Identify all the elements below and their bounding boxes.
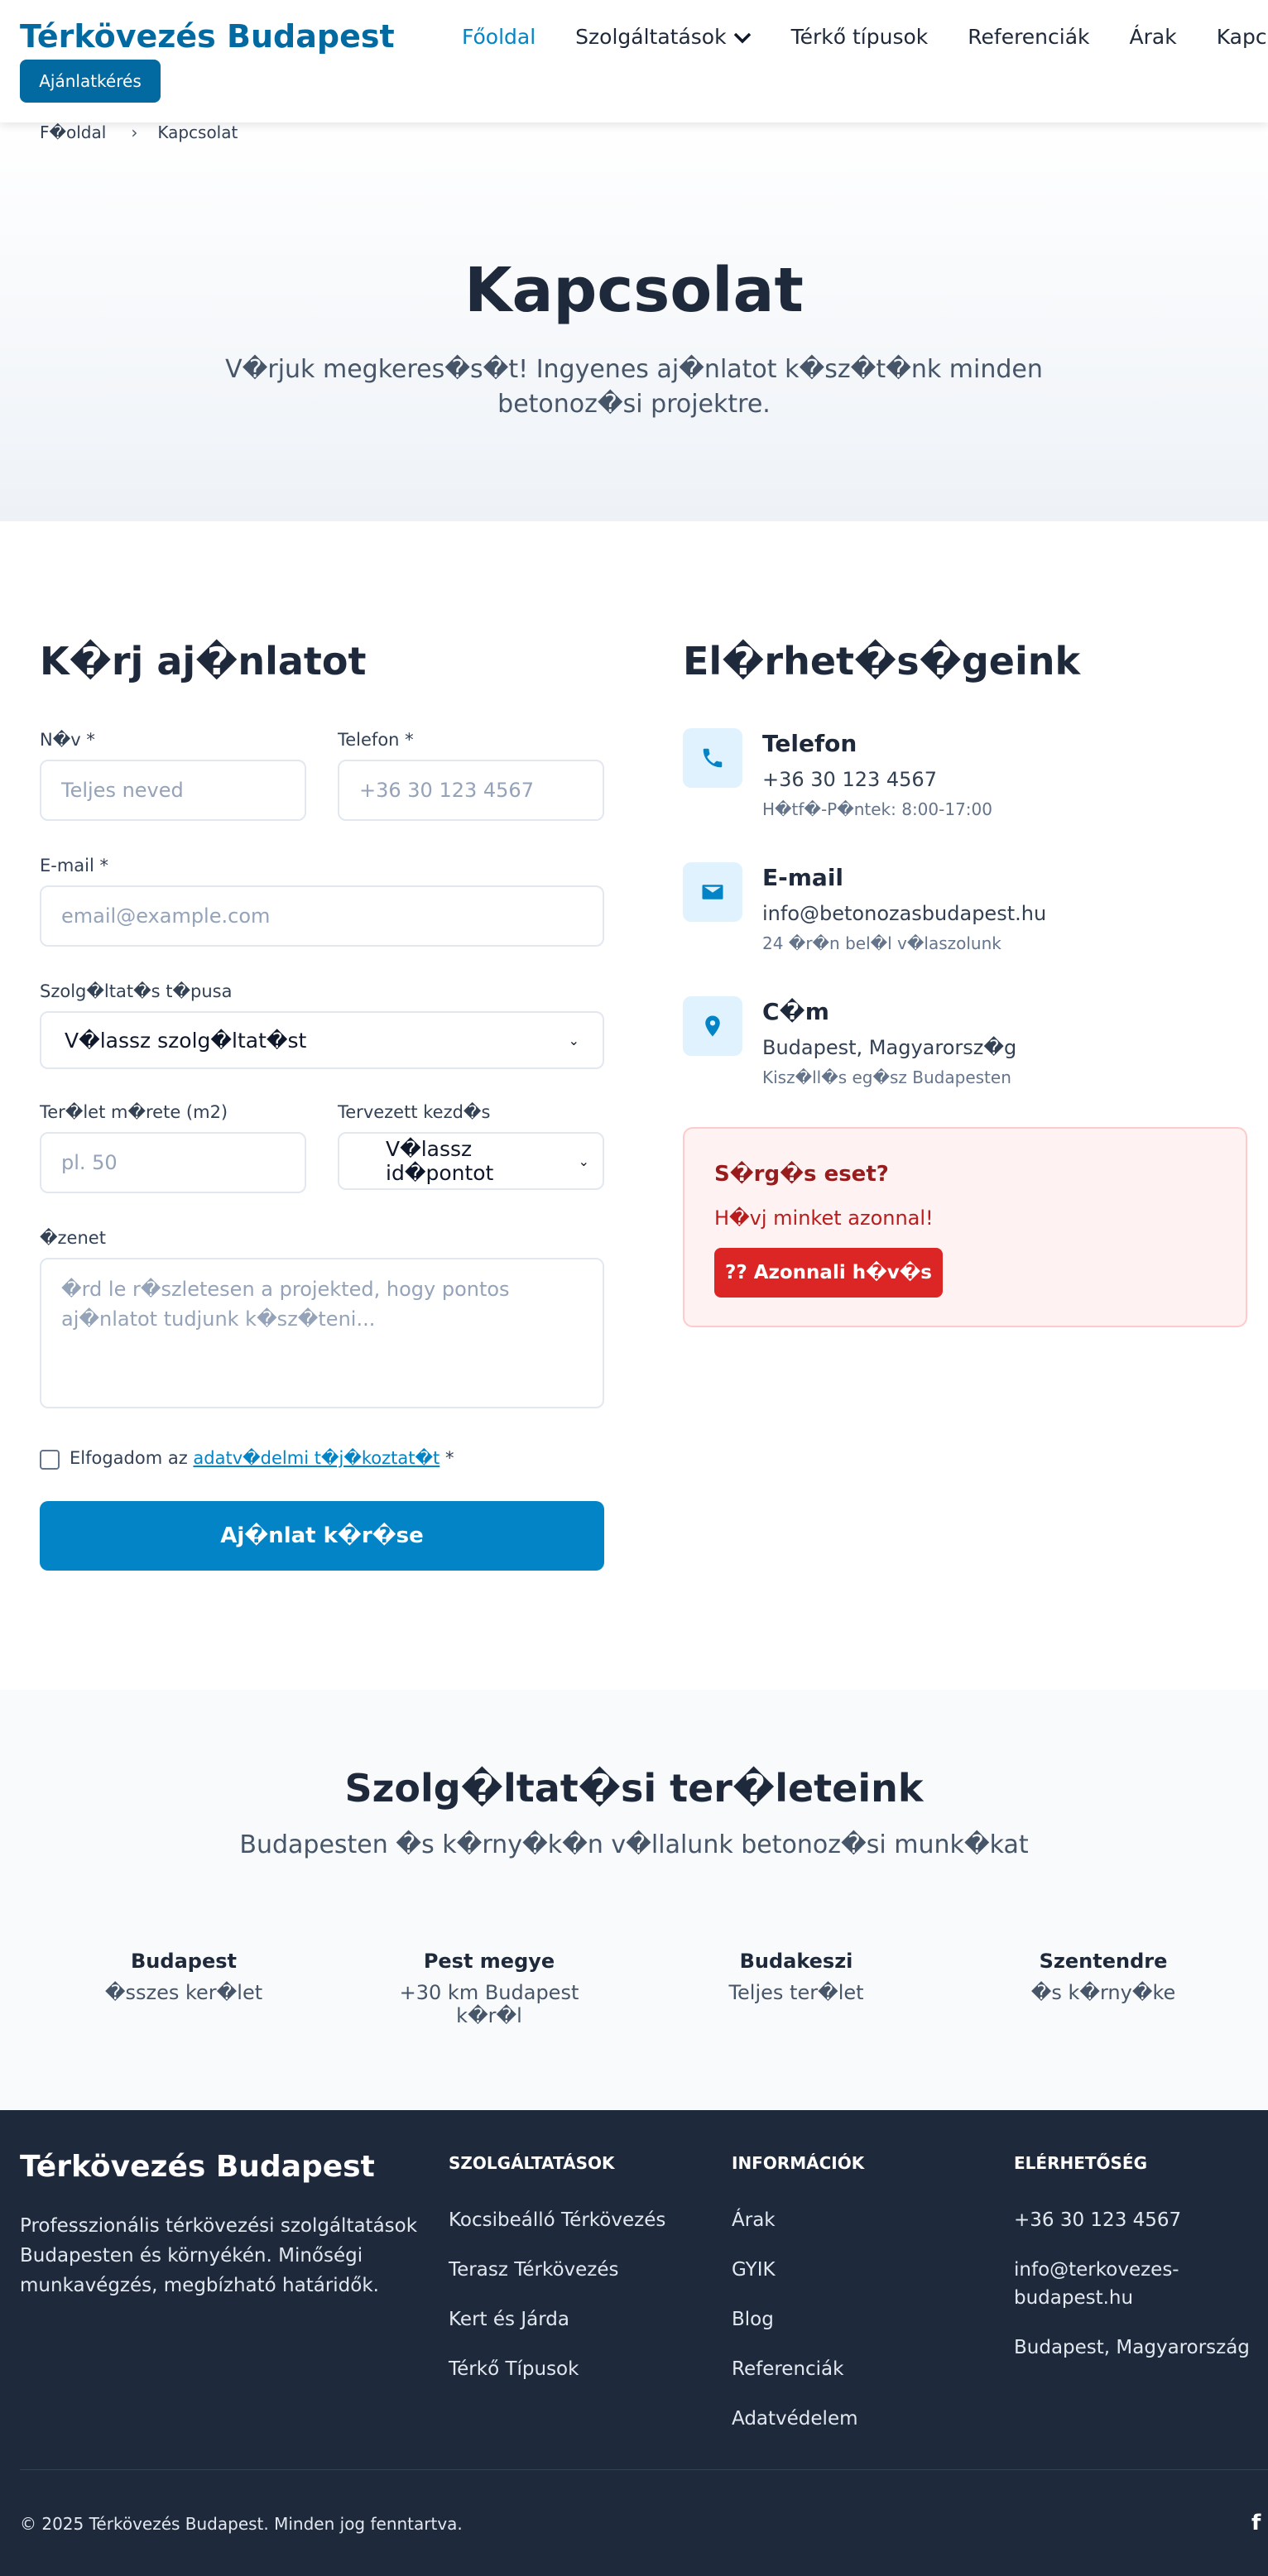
area-item: Pest megye +30 km Budapest k�r�l [399,1950,579,2027]
contact-title: El�rhet�s�geink [683,639,1081,684]
footer-services-column: SZOLGÁLTATÁSOK Kocsibeálló Térkövezés Te… [449,2153,665,2405]
footer-link[interactable]: Blog [732,2305,864,2334]
footer-link[interactable]: Térkő Típusok [449,2355,665,2383]
consent-checkbox[interactable] [40,1450,60,1470]
form-title: K�rj aj�nlatot [40,639,367,684]
start-date-select[interactable]: V�lassz id�pontot ⌄ [338,1132,604,1190]
phone-input[interactable] [338,760,604,821]
footer-address: Budapest, Magyarország [1014,2337,1250,2358]
urgent-call-button[interactable]: ?? Azonnali h�v�s [714,1248,943,1298]
footer-contact-column: ELÉRHETŐSÉG +36 30 123 4567 info@terkove… [1014,2153,1254,2383]
site-footer: Térkövezés Budapest Professzionális térk… [0,2110,1268,2576]
footer-link[interactable]: Referenciák [732,2355,864,2383]
area-item: Budakeszi Teljes ter�let [728,1950,864,2004]
message-textarea[interactable] [40,1258,604,1408]
main-nav: Főoldal Szolgáltatások Térkő típusok Ref… [462,25,1268,49]
mail-icon [683,862,742,922]
start-date-label: Tervezett kezd�s [338,1102,491,1122]
breadcrumb-current: Kapcsolat [157,122,238,142]
footer-link[interactable]: Kert és Járda [449,2305,665,2334]
footer-divider [20,2469,1268,2470]
urgent-text: H�vj minket azonnal! [714,1206,934,1230]
areas-subtitle: Budapesten �s k�rny�k�n v�llalunk betono… [239,1830,1029,1859]
location-pin-icon [683,996,742,1056]
phone-label: Telefon * [338,730,414,750]
breadcrumb: F�oldal › Kapcsolat [40,122,238,142]
copyright: © 2025 Térkövezés Budapest. Minden jog f… [20,2514,463,2534]
hero-section: F�oldal › Kapcsolat Kapcsolat V�rjuk meg… [0,122,1268,521]
message-label: �zenet [40,1228,106,1248]
area-item: Budapest �sszes ker�let [104,1950,263,2004]
chevron-right-icon: › [131,122,138,142]
site-logo[interactable]: Térkövezés Budapest [20,18,395,55]
footer-link[interactable]: Kocsibeálló Térkövezés [449,2206,665,2234]
footer-link[interactable]: Árak [732,2206,864,2234]
footer-link[interactable]: Adatvédelem [732,2405,864,2433]
select-caret-icon: ⌄ [568,1032,579,1048]
urgent-title: S�rg�s eset? [714,1162,889,1187]
footer-info-column: INFORMÁCIÓK Árak GYIK Blog Referenciák A… [732,2153,864,2454]
footer-email-link[interactable]: info@terkovezes-budapest.hu [1014,2256,1254,2312]
footer-link[interactable]: Terasz Térkövezés [449,2256,665,2284]
email-input[interactable] [40,885,604,947]
consent-label: Elfogadom az adatv�delmi t�j�koztat�t * [70,1448,454,1468]
urgent-box: S�rg�s eset? H�vj minket azonnal! ?? Azo… [683,1127,1247,1327]
service-type-label: Szolg�ltat�s t�pusa [40,981,233,1001]
email-label: E-mail * [40,856,109,875]
nav-references[interactable]: Referenciák [968,25,1089,49]
nav-services[interactable]: Szolgáltatások [575,25,751,49]
privacy-policy-link[interactable]: adatv�delmi t�j�koztat�t [193,1448,439,1468]
facebook-icon[interactable]: f [1251,2511,1261,2535]
contact-address: C�m Budapest, Magyarorsz�g Kisz�ll�s eg�… [683,996,1246,1096]
page-title: Kapcsolat [464,255,804,326]
area-size-input[interactable] [40,1132,306,1193]
quote-request-button[interactable]: Ajánlatkérés [20,60,161,103]
nav-contact[interactable]: Kapcsolat [1217,25,1268,49]
breadcrumb-home[interactable]: F�oldal [40,122,106,142]
footer-logo: Térkövezés Budapest [20,2150,375,2184]
footer-description: Professzionális térkövezési szolgáltatás… [20,2215,418,2296]
service-type-select[interactable]: V�lassz szolg�ltat�st ⌄ [40,1011,604,1069]
footer-link[interactable]: GYIK [732,2256,864,2284]
contact-main: K�rj aj�nlatot N�v * Telefon * E-mail * … [0,521,1268,1690]
contact-email: E-mail info@betonozasbudapest.hu 24 �r�n… [683,862,1246,962]
area-size-label: Ter�let m�rete (m2) [40,1102,228,1122]
page-subtitle: V�rjuk megkeres�s�t! Ingyenes aj�nlatot … [225,355,1043,419]
service-areas-section: Szolg�ltat�si ter�leteink Budapesten �s … [0,1690,1268,2110]
nav-paver-types[interactable]: Térkő típusok [791,25,929,49]
phone-link[interactable]: +36 30 123 4567 [762,768,937,791]
name-label: N�v * [40,730,95,750]
chevron-down-icon [733,25,752,49]
footer-phone-link[interactable]: +36 30 123 4567 [1014,2206,1254,2234]
nav-prices[interactable]: Árak [1130,25,1177,49]
areas-title: Szolg�ltat�si ter�leteink [344,1766,924,1811]
area-item: Szentendre �s k�rny�ke [1030,1950,1176,2004]
select-caret-icon: ⌄ [578,1153,589,1169]
nav-home[interactable]: Főoldal [462,25,536,49]
email-link[interactable]: info@betonozasbudapest.hu [762,902,1046,925]
site-header: Térkövezés Budapest Ajánlatkérés Főoldal… [0,0,1268,122]
contact-phone: Telefon +36 30 123 4567 H�tf�-P�ntek: 8:… [683,728,1246,827]
phone-icon [683,728,742,788]
name-input[interactable] [40,760,306,821]
submit-quote-button[interactable]: Aj�nlat k�r�se [40,1501,604,1571]
